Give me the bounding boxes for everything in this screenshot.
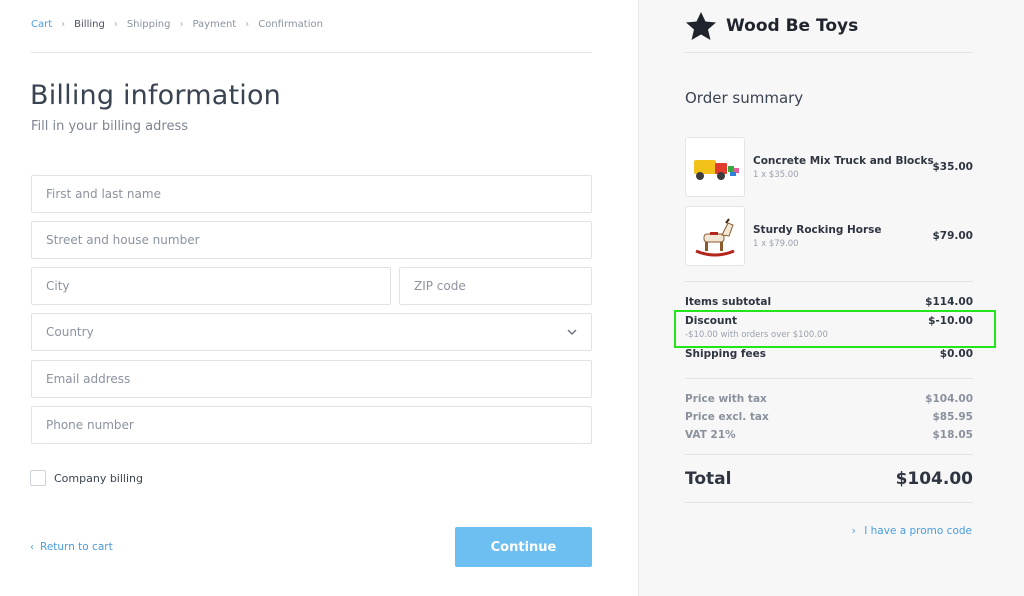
vat-value: $18.05 bbox=[932, 429, 973, 441]
name-input[interactable] bbox=[32, 176, 591, 212]
toy-truck-image bbox=[685, 137, 745, 197]
subtotal-value: $114.00 bbox=[925, 296, 973, 308]
breadcrumb-shipping: Shipping bbox=[126, 19, 171, 30]
breadcrumb-confirmation: Confirmation bbox=[258, 19, 323, 30]
divider bbox=[685, 281, 973, 282]
shipping-row: Shipping fees $0.00 bbox=[685, 348, 973, 360]
subtotal-row: Items subtotal $114.00 bbox=[685, 296, 973, 308]
shipping-label: Shipping fees bbox=[685, 348, 766, 360]
breadcrumb-payment: Payment bbox=[192, 19, 237, 30]
country-select[interactable]: Country bbox=[31, 313, 592, 351]
rocking-horse-image bbox=[685, 206, 745, 266]
discount-highlight-box bbox=[674, 310, 996, 348]
street-input[interactable] bbox=[32, 222, 591, 258]
order-summary-title: Order summary bbox=[685, 89, 804, 107]
order-summary-panel: Wood Be Toys Order summary Concrete Mix … bbox=[638, 0, 1024, 596]
promo-code-link[interactable]: › I have a promo code bbox=[852, 525, 972, 537]
zip-field bbox=[399, 267, 592, 305]
name-field bbox=[31, 175, 592, 213]
breadcrumb-separator: › bbox=[113, 19, 118, 30]
breadcrumb-separator: › bbox=[245, 19, 250, 30]
breadcrumb-cart[interactable]: Cart bbox=[31, 19, 52, 30]
email-input[interactable] bbox=[32, 361, 591, 397]
price-with-tax-label: Price with tax bbox=[685, 393, 767, 405]
zip-input[interactable] bbox=[400, 268, 591, 304]
price-excl-tax-row: Price excl. tax $85.95 bbox=[685, 411, 973, 423]
return-to-cart-link[interactable]: ‹ Return to cart bbox=[30, 541, 113, 553]
price-excl-tax-value: $85.95 bbox=[932, 411, 973, 423]
subtotal-label: Items subtotal bbox=[685, 296, 772, 308]
billing-panel: Cart › Billing › Shipping › Payment › Co… bbox=[0, 0, 638, 596]
divider bbox=[685, 52, 973, 53]
order-item: Sturdy Rocking Horse 1 x $79.00 $79.00 bbox=[685, 206, 973, 266]
company-billing-label: Company billing bbox=[54, 471, 143, 485]
phone-field bbox=[31, 406, 592, 444]
divider bbox=[685, 454, 973, 455]
price-with-tax-row: Price with tax $104.00 bbox=[685, 393, 973, 405]
return-to-cart-label: Return to cart bbox=[40, 541, 113, 553]
item-name: Concrete Mix Truck and Blocks bbox=[753, 155, 934, 167]
chevron-down-icon bbox=[567, 329, 577, 335]
brand-name: Wood Be Toys bbox=[726, 16, 859, 36]
order-item: Concrete Mix Truck and Blocks 1 x $35.00… bbox=[685, 137, 973, 197]
city-field bbox=[31, 267, 391, 305]
phone-input[interactable] bbox=[32, 407, 591, 443]
company-billing-checkbox[interactable] bbox=[30, 470, 46, 486]
star-icon bbox=[686, 12, 716, 40]
item-quantity: 1 x $79.00 bbox=[753, 239, 799, 249]
street-field bbox=[31, 221, 592, 259]
divider bbox=[685, 378, 973, 379]
item-quantity: 1 x $35.00 bbox=[753, 170, 799, 180]
email-field bbox=[31, 360, 592, 398]
breadcrumb-separator: › bbox=[179, 19, 184, 30]
vat-label: VAT 21% bbox=[685, 429, 736, 441]
breadcrumb: Cart › Billing › Shipping › Payment › Co… bbox=[31, 19, 323, 30]
page-title: Billing information bbox=[30, 80, 281, 111]
total-label: Total bbox=[685, 469, 732, 489]
divider bbox=[31, 52, 592, 53]
item-name: Sturdy Rocking Horse bbox=[753, 224, 882, 236]
page-subtitle: Fill in your billing adress bbox=[31, 119, 188, 134]
chevron-left-icon: ‹ bbox=[30, 541, 34, 553]
promo-code-label: I have a promo code bbox=[864, 525, 972, 537]
price-excl-tax-label: Price excl. tax bbox=[685, 411, 769, 423]
total-row: Total $104.00 bbox=[685, 469, 973, 489]
total-value: $104.00 bbox=[895, 469, 973, 489]
vat-row: VAT 21% $18.05 bbox=[685, 429, 973, 441]
country-select-label: Country bbox=[46, 325, 94, 339]
brand: Wood Be Toys bbox=[685, 11, 858, 41]
shipping-value: $0.00 bbox=[939, 348, 973, 360]
item-price: $79.00 bbox=[932, 230, 973, 242]
company-billing-row: Company billing bbox=[30, 470, 143, 486]
divider bbox=[685, 502, 973, 503]
city-input[interactable] bbox=[32, 268, 390, 304]
continue-button[interactable]: Continue bbox=[455, 527, 592, 567]
price-with-tax-value: $104.00 bbox=[925, 393, 973, 405]
chevron-right-icon: › bbox=[851, 525, 856, 537]
breadcrumb-billing: Billing bbox=[74, 19, 105, 30]
breadcrumb-separator: › bbox=[61, 19, 66, 30]
item-price: $35.00 bbox=[932, 161, 973, 173]
